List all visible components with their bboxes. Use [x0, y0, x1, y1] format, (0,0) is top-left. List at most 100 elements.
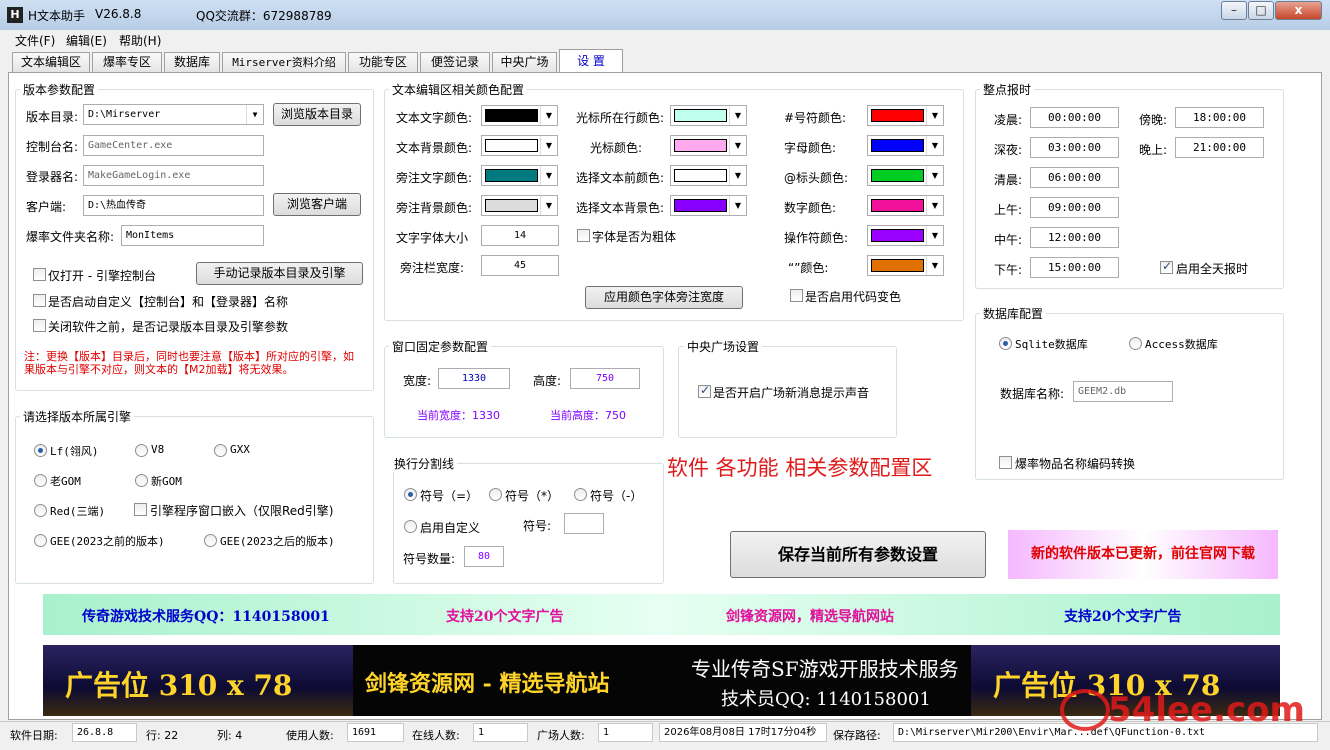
client-input[interactable]: D:\热血传奇 [83, 195, 264, 216]
hour-input-3[interactable]: 09:00:00 [1030, 197, 1119, 218]
custom-names-checkbox[interactable] [33, 294, 46, 307]
tab-text-edit[interactable]: 文本编辑区 [12, 52, 90, 72]
tab-features[interactable]: 功能专区 [348, 52, 418, 72]
engine-radio-new-gom[interactable] [135, 474, 148, 487]
engine-radio-old-gom[interactable] [34, 474, 47, 487]
sep-symbol-label: 符号: [523, 519, 552, 533]
config-area-caption: 软件 各功能 相关参数配置区 [667, 456, 933, 480]
engine-embed-label: 引擎程序窗口嵌入（仅限Red引擎) [150, 504, 334, 518]
status-row: 行: 22 [146, 729, 179, 742]
encode-convert-checkbox[interactable] [999, 456, 1012, 469]
hour-input-6[interactable]: 18:00:00 [1175, 107, 1264, 128]
banner-ad-2[interactable]: 剑锋资源网 - 精选导航站 [353, 645, 661, 716]
bold-checkbox[interactable] [577, 229, 590, 242]
op-color-select[interactable]: ▼ [867, 225, 944, 246]
sep-radio-star[interactable] [489, 488, 502, 501]
tab-mirserver[interactable]: Mirserver资料介绍 [222, 52, 346, 72]
width-input[interactable]: 1330 [438, 368, 510, 389]
tab-settings[interactable]: 设 置 [559, 49, 623, 73]
text-ad-3[interactable]: 剑锋资源网，精选导航网站 [726, 606, 894, 626]
hour-input-0[interactable]: 00:00:00 [1030, 107, 1119, 128]
hour-input-4[interactable]: 12:00:00 [1030, 227, 1119, 248]
sep-count-input[interactable]: 80 [464, 546, 504, 567]
chevron-down-icon: ▼ [926, 256, 943, 275]
only-open-checkbox[interactable] [33, 268, 46, 281]
db-name-input[interactable]: GEEM2.db [1073, 381, 1173, 402]
console-input[interactable]: GameCenter.exe [83, 135, 264, 156]
banner-ad-3[interactable]: 专业传奇SF游戏开服技术服务 技术员QQ: 1140158001 [661, 645, 971, 716]
sep-radio-equals[interactable] [404, 488, 417, 501]
chevron-down-icon: ▼ [540, 166, 557, 185]
text-bg-select[interactable]: ▼ [481, 135, 558, 156]
sep-symbol-input[interactable] [564, 513, 604, 534]
maximize-button[interactable]: □ [1248, 1, 1274, 20]
quote-color-select[interactable]: ▼ [867, 255, 944, 276]
quote-color-swatch [871, 259, 924, 272]
menu-help[interactable]: 帮助(H) [119, 32, 161, 49]
all-day-checkbox[interactable] [1160, 259, 1173, 274]
letter-color-select[interactable]: ▼ [867, 135, 944, 156]
browse-client-button[interactable]: 浏览客户端 [273, 193, 361, 216]
banner-ad-1[interactable]: 广告位 310 x 78 [43, 645, 353, 716]
encode-convert-label: 爆率物品名称编码转换 [1015, 457, 1136, 471]
menu-file[interactable]: 文件(F) [15, 32, 55, 49]
engine-label-red: Red(三端) [50, 505, 106, 518]
login-input[interactable]: MakeGameLogin.exe [83, 165, 264, 186]
plaza-sound-checkbox[interactable] [698, 383, 711, 398]
close-button[interactable]: x [1275, 1, 1322, 20]
record-on-close-checkbox[interactable] [33, 319, 46, 332]
note-width-input[interactable]: 45 [481, 255, 559, 276]
menu-edit[interactable]: 编辑(E) [66, 32, 107, 49]
drop-folder-input[interactable]: MonItems [121, 225, 264, 246]
sqlite-radio[interactable] [999, 337, 1012, 350]
hour-input-5[interactable]: 15:00:00 [1030, 257, 1119, 278]
sep-radio-dash[interactable] [574, 488, 587, 501]
note-bg-select[interactable]: ▼ [481, 195, 558, 216]
digit-color-select[interactable]: ▼ [867, 195, 944, 216]
note-width-label: 旁注栏宽度: [400, 261, 465, 275]
engine-radio-gee-new[interactable] [204, 534, 217, 547]
tab-database[interactable]: 数据库 [164, 52, 220, 72]
text-ad-2[interactable]: 支持20个文字广告 [446, 606, 563, 626]
save-settings-button[interactable]: 保存当前所有参数设置 [730, 531, 986, 578]
engine-radio-gxx[interactable] [214, 444, 227, 457]
engine-radio-lf[interactable] [34, 444, 47, 457]
update-notice-link[interactable]: 新的软件版本已更新，前往官网下载 [1008, 530, 1278, 579]
font-size-input[interactable]: 14 [481, 225, 559, 246]
cursor-color-select[interactable]: ▼ [670, 135, 747, 156]
code-color-checkbox[interactable] [790, 289, 803, 302]
engine-radio-red[interactable] [34, 504, 47, 517]
engine-radio-v8[interactable] [135, 444, 148, 457]
hash-color-select[interactable]: ▼ [867, 105, 944, 126]
engine-label-gxx: GXX [230, 443, 250, 456]
apply-colors-button[interactable]: 应用颜色字体旁注宽度 [585, 286, 743, 309]
text-ad-1[interactable]: 传奇游戏技术服务QQ：1140158001 [82, 606, 330, 626]
text-color-select[interactable]: ▼ [481, 105, 558, 126]
banner-ad-2-text: 剑锋资源网 - 精选导航站 [365, 671, 610, 697]
hour-label-3: 上午: [994, 203, 1023, 217]
hour-input-7[interactable]: 21:00:00 [1175, 137, 1264, 158]
height-input[interactable]: 750 [570, 368, 640, 389]
browse-dir-button[interactable]: 浏览版本目录 [273, 103, 361, 126]
tab-drop-rate[interactable]: 爆率专区 [92, 52, 162, 72]
engine-radio-gee-old[interactable] [34, 534, 47, 547]
manual-record-button[interactable]: 手动记录版本目录及引擎 [196, 262, 363, 285]
at-color-select[interactable]: ▼ [867, 165, 944, 186]
access-radio[interactable] [1129, 337, 1142, 350]
engine-embed-checkbox[interactable] [134, 503, 147, 516]
text-ad-4[interactable]: 支持20个文字广告 [1064, 606, 1181, 626]
hourly-title: 整点报时 [980, 81, 1035, 98]
hour-label-6: 傍晚: [1139, 113, 1168, 127]
height-label: 高度: [533, 374, 562, 388]
cursor-line-select[interactable]: ▼ [670, 105, 747, 126]
sel-bg-select[interactable]: ▼ [670, 195, 747, 216]
sel-fg-select[interactable]: ▼ [670, 165, 747, 186]
minimize-button[interactable]: – [1221, 1, 1247, 20]
note-color-select[interactable]: ▼ [481, 165, 558, 186]
hour-input-1[interactable]: 03:00:00 [1030, 137, 1119, 158]
tab-notes[interactable]: 便签记录 [420, 52, 490, 72]
hour-input-2[interactable]: 06:00:00 [1030, 167, 1119, 188]
sep-radio-custom[interactable] [404, 520, 417, 533]
tab-plaza[interactable]: 中央广场 [492, 52, 557, 72]
version-dir-select[interactable]: D:\Mirserver ▼ [83, 104, 264, 125]
